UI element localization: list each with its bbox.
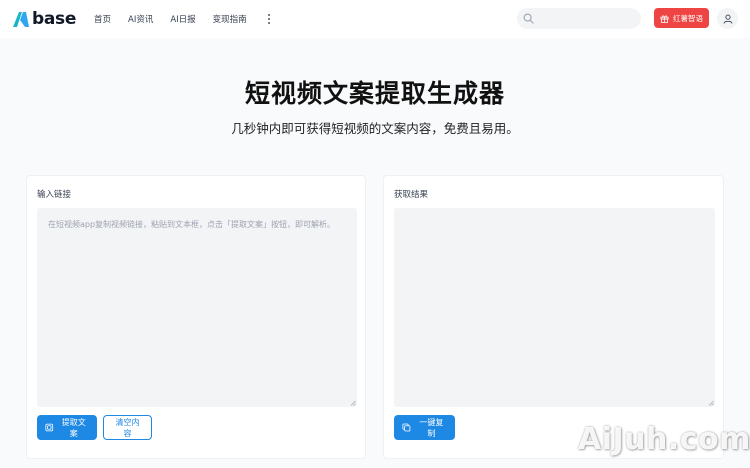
clear-button[interactable]: 清空内容 (103, 415, 152, 440)
user-icon (723, 14, 732, 24)
top-navbar: base 首页 AI资讯 AI日报 变现指南 红薯智语 (0, 0, 750, 38)
link-input-textarea[interactable] (37, 208, 357, 407)
copy-button-label: 一键复制 (419, 417, 444, 438)
nav-item-ai-daily[interactable]: AI日报 (170, 13, 195, 25)
nav-item-monetize-guide[interactable]: 变现指南 (213, 13, 247, 25)
promo-button[interactable]: 红薯智语 (654, 8, 709, 28)
extract-button-label: 提取文案 (61, 417, 86, 438)
copy-button[interactable]: 一键复制 (394, 415, 455, 440)
extract-icon (45, 423, 54, 432)
gift-icon (660, 14, 669, 23)
page-title: 短视频文案提取生成器 (244, 79, 505, 108)
search-icon (523, 13, 534, 24)
nav-item-home[interactable]: 首页 (94, 13, 111, 25)
promo-button-label: 红薯智语 (673, 13, 703, 23)
input-card-label: 输入链接 (37, 190, 72, 200)
input-card: 输入链接 提取文案 清空内容 (26, 175, 366, 459)
page-subtitle: 几秒钟内即可获得短视频的文案内容，免费且易用。 (231, 121, 519, 136)
search-input[interactable] (538, 8, 638, 29)
result-card: 获取结果 一键复制 (383, 175, 724, 459)
result-card-label: 获取结果 (394, 190, 429, 200)
copy-icon (402, 423, 411, 432)
more-vertical-icon[interactable] (264, 12, 274, 26)
logo-text: base (32, 9, 77, 29)
user-account-button[interactable] (717, 8, 738, 29)
extract-button[interactable]: 提取文案 (37, 415, 97, 440)
logo-mark-icon (13, 12, 29, 27)
main-nav: 首页 AI资讯 AI日报 变现指南 (94, 0, 274, 38)
nav-item-ai-news[interactable]: AI资讯 (128, 13, 153, 25)
result-textarea[interactable] (394, 208, 715, 407)
site-logo[interactable]: base (12, 9, 76, 29)
search-box[interactable] (517, 8, 641, 29)
